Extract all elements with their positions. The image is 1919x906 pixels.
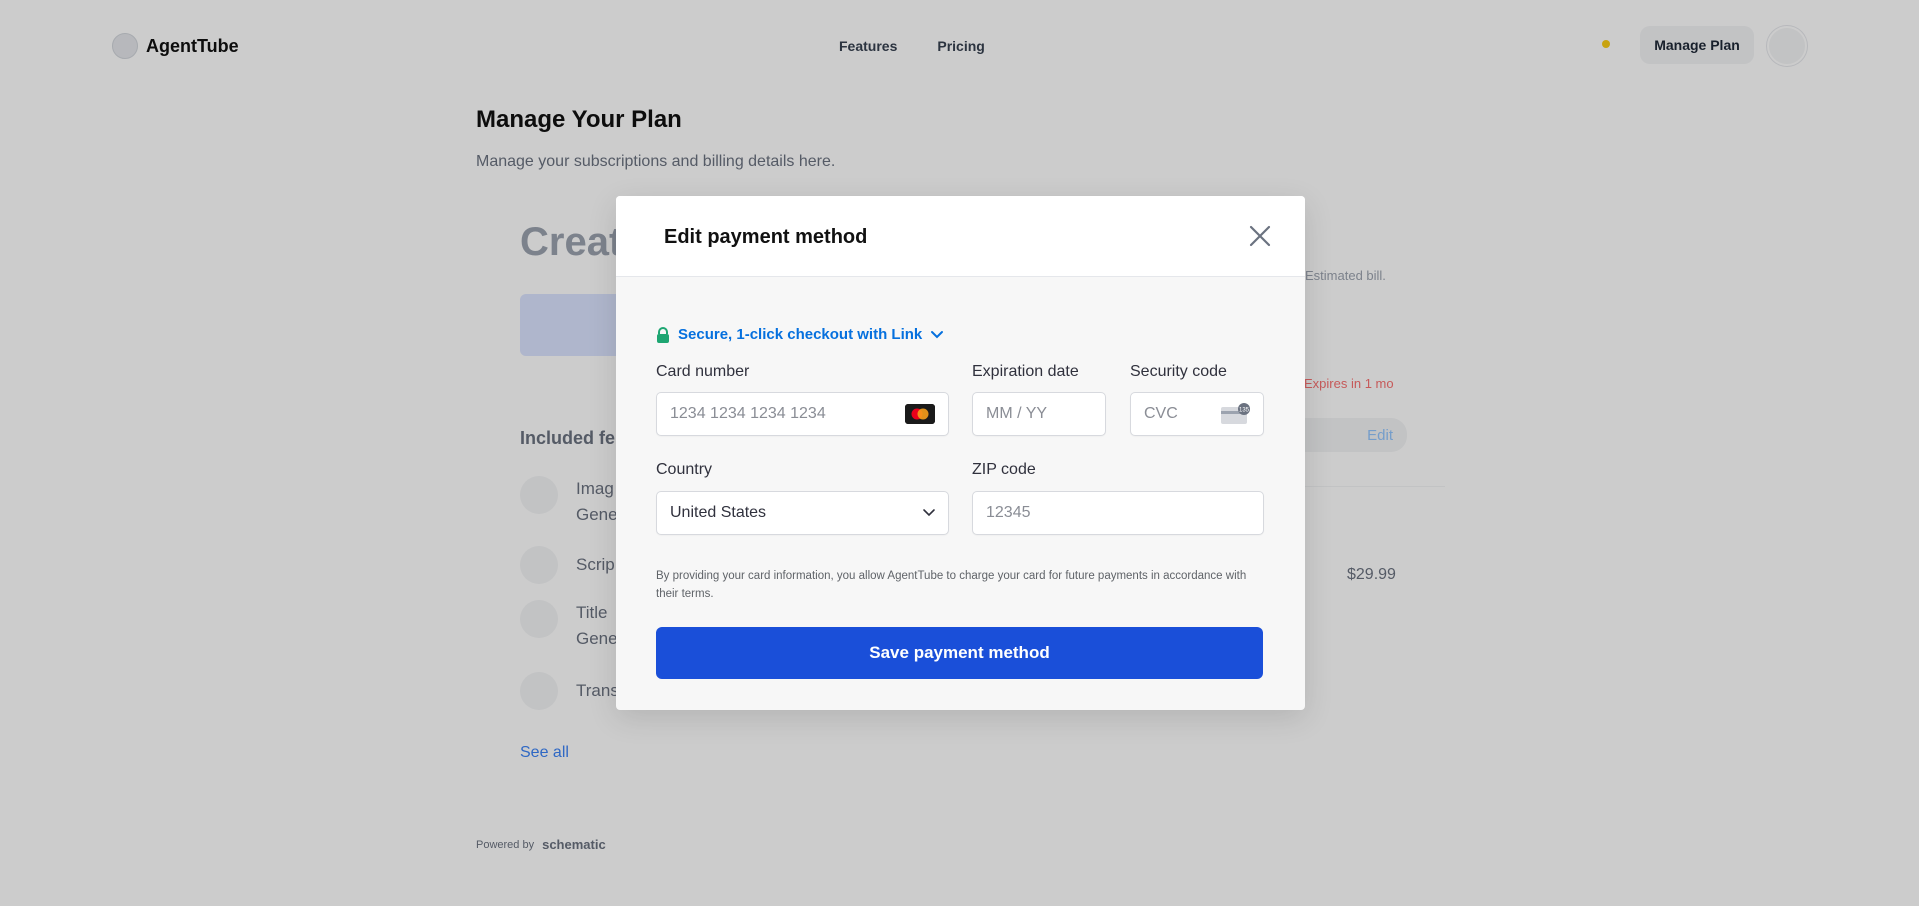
svg-text:135: 135	[1239, 408, 1250, 414]
zip-input[interactable]	[986, 492, 1246, 534]
card-number-field[interactable]	[656, 392, 949, 436]
lock-icon	[657, 326, 669, 343]
security-code-label: Security code	[1130, 363, 1227, 380]
zip-label: ZIP code	[972, 461, 1036, 478]
country-value: United States	[670, 504, 767, 521]
modal-title: Edit payment method	[664, 226, 868, 248]
edit-payment-modal: Edit payment method Secure, 1-click chec…	[616, 196, 1305, 710]
card-number-label: Card number	[656, 363, 750, 380]
security-code-input[interactable]	[1144, 393, 1214, 435]
security-code-field[interactable]: 135	[1130, 392, 1264, 436]
link-checkout-toggle[interactable]: Secure, 1-click checkout with Link	[656, 326, 944, 343]
save-payment-method-button[interactable]: Save payment method	[656, 627, 1263, 679]
country-label: Country	[656, 461, 713, 478]
expiration-field[interactable]	[972, 392, 1106, 436]
expiration-input[interactable]	[986, 393, 1096, 435]
chevron-down-icon	[931, 330, 944, 338]
mastercard-icon	[905, 404, 935, 424]
country-select[interactable]: United States	[656, 491, 949, 535]
link-checkout-label: Secure, 1-click checkout with Link	[678, 326, 923, 343]
modal-header: Edit payment method	[616, 196, 1305, 277]
zip-field[interactable]	[972, 491, 1264, 535]
terms-text: By providing your card information, you …	[656, 570, 1247, 600]
chevron-down-icon	[923, 509, 935, 517]
cvc-card-icon: 135	[1221, 403, 1250, 424]
close-icon[interactable]	[1246, 222, 1274, 250]
expiration-label: Expiration date	[972, 363, 1079, 380]
card-number-input[interactable]	[670, 393, 890, 435]
